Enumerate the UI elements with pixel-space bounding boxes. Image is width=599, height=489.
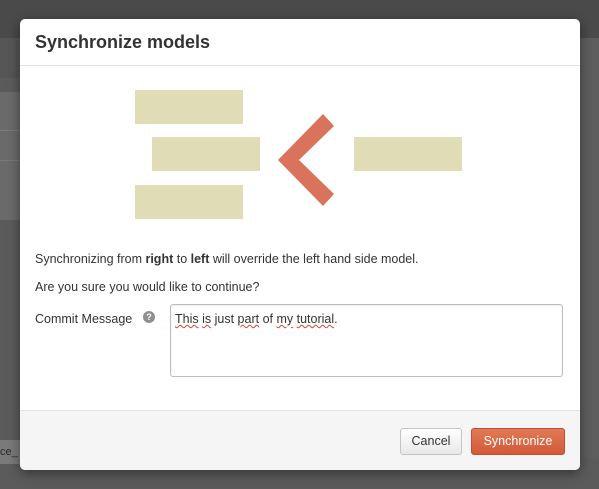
confirm-question: Are you sure you would like to continue?: [35, 280, 260, 294]
left-arrow-icon: [278, 114, 334, 206]
synchronize-button[interactable]: Synchronize: [471, 428, 565, 455]
dialog-footer: Cancel Synchronize: [20, 410, 580, 470]
dialog-title: Synchronize models: [35, 32, 211, 52]
dialog-header: Synchronize models: [20, 19, 580, 66]
commit-word: This: [175, 312, 199, 326]
commit-message-label: Commit Message: [35, 312, 133, 326]
background-divider: [0, 160, 22, 161]
sync-warning-text: Synchronizing from right to left will ov…: [35, 252, 419, 266]
left-model-block-middle: [152, 137, 260, 171]
left-model-block-top: [135, 90, 243, 124]
cancel-button[interactable]: Cancel: [400, 428, 462, 455]
target-side: left: [190, 252, 210, 266]
commit-word: my: [276, 312, 294, 326]
source-side: right: [145, 252, 174, 266]
commit-word: part: [237, 312, 260, 326]
commit-word: tutorial: [296, 312, 335, 326]
commit-word: is: [202, 312, 212, 326]
background-right-panel: [580, 38, 599, 458]
right-model-block: [354, 137, 462, 171]
background-bottom-text: ce_: [0, 446, 18, 458]
synchronize-dialog: Synchronize models Synchronizing from ri…: [20, 19, 580, 470]
left-model-block-bottom: [135, 185, 243, 219]
sync-direction-diagram: [20, 66, 580, 241]
help-icon[interactable]: ?: [143, 311, 155, 323]
commit-message-input[interactable]: This is just part of my tutorial.: [170, 304, 563, 377]
background-divider: [0, 130, 22, 131]
